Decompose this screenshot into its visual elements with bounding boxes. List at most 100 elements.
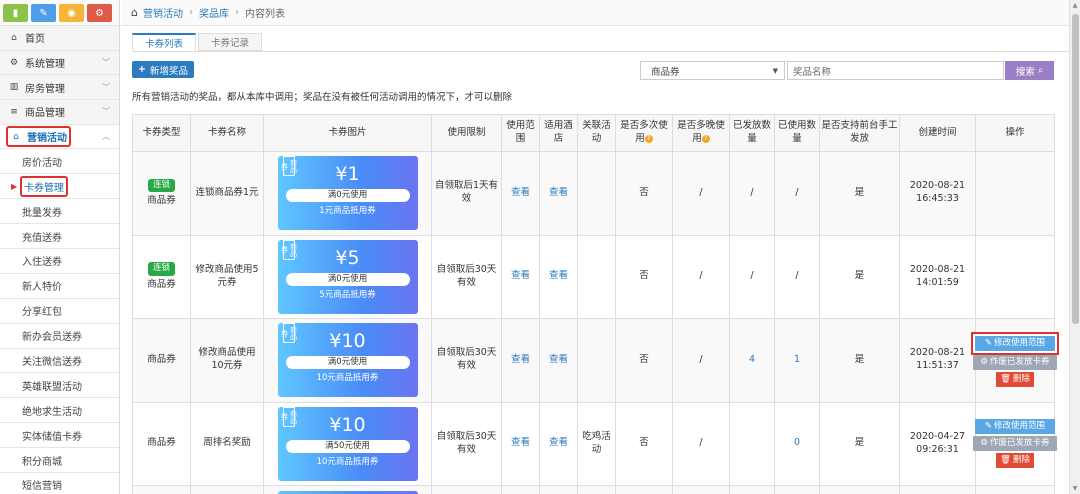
void-issued-button[interactable]: ⚙ 作废已发放卡券 bbox=[973, 354, 1057, 370]
type-text: 商品券 bbox=[147, 278, 176, 290]
view-hotel-link[interactable]: 查看 bbox=[549, 187, 568, 198]
cell-limit: 自领取后1天有效 bbox=[431, 151, 502, 236]
sidebar-subitem[interactable]: 短信营销 bbox=[0, 473, 119, 494]
delete-label: 删除 bbox=[1012, 373, 1030, 384]
cell-issued: / bbox=[729, 151, 775, 236]
scroll-down-icon[interactable]: ▼ bbox=[1070, 485, 1080, 492]
cell-image-partial bbox=[263, 485, 432, 494]
select-value: 商品券 bbox=[651, 66, 680, 78]
view-hotel-link[interactable]: 查看 bbox=[549, 437, 568, 448]
cell-name: 修改商品使用10元券 bbox=[190, 318, 264, 403]
breadcrumb-link[interactable]: 营销活动 bbox=[143, 5, 183, 20]
coupon-table: 卡券类型 卡券名称 卡券图片 使用限制 使用范围 适用酒店 关联活动 是否多次使… bbox=[132, 114, 1059, 494]
gift-icon: ⌂ bbox=[13, 131, 19, 142]
sidebar-item-rooms[interactable]: ▥ 房务管理 ﹀ bbox=[0, 75, 119, 101]
cell-limit: 自领取后30天有效 bbox=[431, 401, 502, 486]
cell-empty bbox=[501, 485, 540, 494]
add-prize-button[interactable]: + 新增奖品 bbox=[132, 61, 194, 78]
home-icon: ⌂ bbox=[11, 32, 17, 43]
cell-empty bbox=[819, 485, 900, 494]
edit-icon: ✎ bbox=[984, 421, 993, 432]
chart-icon[interactable]: ▮ bbox=[3, 4, 28, 22]
view-scope-link[interactable]: 查看 bbox=[511, 187, 530, 198]
cell-empty bbox=[539, 485, 578, 494]
used-count-link[interactable]: 0 bbox=[794, 437, 800, 448]
sidebar-item-home[interactable]: ⌂ 首页 bbox=[0, 26, 119, 51]
sidebar-shortcuts: ▮ ✎ ◉ ⚙ bbox=[0, 0, 119, 26]
sidebar-item-products[interactable]: ≡ 商品管理 ﹀ bbox=[0, 100, 119, 125]
column-header: 卡券类型 bbox=[132, 114, 191, 152]
cell-empty bbox=[615, 485, 673, 494]
issued-count-link[interactable]: 4 bbox=[749, 354, 755, 365]
cell-image: 商品券 ¥10 满0元使用 10元商品抵用券 bbox=[263, 318, 432, 403]
view-hotel-link[interactable]: 查看 bbox=[549, 270, 568, 281]
sidebar-item-marketing[interactable]: ⌂ 营销活动 ︿ bbox=[0, 124, 119, 150]
sidebar-subitem[interactable]: 新人特价 bbox=[0, 273, 119, 299]
edit-scope-button[interactable]: ✎ 修改使用范围 bbox=[975, 335, 1055, 351]
cell-hotel: 查看 bbox=[539, 401, 578, 486]
sidebar-subitem[interactable]: 关注微信送券 bbox=[0, 348, 119, 374]
view-scope-link[interactable]: 查看 bbox=[511, 354, 530, 365]
column-header: 创建时间 bbox=[899, 114, 976, 152]
sidebar-subitem[interactable]: 实体储值卡券 bbox=[0, 423, 119, 449]
sidebar-subitem[interactable]: 分享红包 bbox=[0, 298, 119, 324]
coupon-image: 商品券 ¥1 满0元使用 1元商品抵用券 bbox=[277, 156, 418, 231]
cell-activity bbox=[577, 151, 616, 236]
column-header: 适用酒店 bbox=[539, 114, 578, 152]
sidebar-subitem-current[interactable]: ▶ 卡券管理 bbox=[0, 174, 119, 200]
sidebar-subitem-label: 分享红包 bbox=[22, 307, 62, 319]
gear-icon: ⚙ bbox=[9, 57, 19, 68]
delete-button[interactable]: 🗑 删除 bbox=[996, 371, 1034, 387]
edit-scope-label: 修改使用范围 bbox=[994, 421, 1046, 432]
void-issued-button[interactable]: ⚙ 作废已发放卡券 bbox=[973, 436, 1057, 452]
sidebar-item-system[interactable]: ⚙ 系统管理 ﹀ bbox=[0, 50, 119, 76]
sidebar-subitem[interactable]: 积分商城 bbox=[0, 448, 119, 474]
search-input[interactable]: 奖品名称 bbox=[787, 61, 1004, 80]
edit-scope-button[interactable]: ✎ 修改使用范围 bbox=[975, 419, 1055, 435]
breadcrumb-link[interactable]: 奖品库 bbox=[199, 5, 229, 20]
column-header: 已发放数量 bbox=[729, 114, 775, 152]
sidebar-subitem[interactable]: 英雄联盟活动 bbox=[0, 373, 119, 399]
cell-hotel: 查看 bbox=[539, 234, 578, 319]
cell-multinight: / bbox=[672, 151, 730, 236]
caret-right-icon: ▶ bbox=[11, 181, 18, 191]
tab-coupon-records[interactable]: 卡券记录 bbox=[198, 33, 263, 51]
sidebar-subitem[interactable]: 绝地求生活动 bbox=[0, 398, 119, 424]
edit-icon: ✎ bbox=[984, 337, 993, 348]
sidebar-subitem-label: 关注微信送券 bbox=[22, 357, 82, 368]
sidebar-subitem[interactable]: 房价活动 bbox=[0, 149, 119, 175]
vertical-scrollbar[interactable]: ▲ ▼ bbox=[1069, 0, 1080, 494]
cell-image: 商品券 ¥1 满0元使用 1元商品抵用券 bbox=[263, 151, 432, 236]
sidebar-subitem[interactable]: 充值送券 bbox=[0, 224, 119, 249]
tab-coupon-list[interactable]: 卡券列表 bbox=[132, 33, 197, 51]
search-label: 搜索 bbox=[1015, 66, 1035, 78]
table-row: 连锁 商品券 修改商品使用5元券 商品券 ¥5 满0元使用 5元商品抵用券 自领取后30… bbox=[132, 234, 1055, 319]
view-scope-link[interactable]: 查看 bbox=[511, 270, 530, 281]
sidebar-subitem-label: 入住送券 bbox=[22, 257, 62, 269]
cell-multinight: / bbox=[672, 401, 730, 486]
cell-used: 0 bbox=[774, 401, 820, 486]
delete-button[interactable]: 🗑 删除 bbox=[996, 453, 1034, 469]
scrollbar-thumb[interactable] bbox=[1072, 14, 1079, 324]
coupon-type-select[interactable]: 商品券 ▼ bbox=[640, 61, 785, 80]
gear-icon: ⚙ bbox=[980, 438, 989, 449]
users-icon[interactable]: ◉ bbox=[59, 4, 84, 22]
used-count-link[interactable]: 1 bbox=[794, 354, 800, 365]
cogs-icon[interactable]: ⚙ bbox=[87, 4, 112, 22]
table-row: 商品券 周排名奖励 商品券 ¥10 满50元使用 10元商品抵用券 自领取后30天有效… bbox=[132, 401, 1057, 486]
view-hotel-link[interactable]: 查看 bbox=[549, 354, 568, 365]
notice-text: 所有营销活动的奖品，都从本库中调用；奖品在没有被任何活动调用的情况下，才可以删除 bbox=[132, 92, 513, 103]
help-icon[interactable]: ? bbox=[644, 134, 653, 143]
help-icon[interactable]: ? bbox=[701, 134, 710, 143]
search-button[interactable]: 搜索 ⌕ bbox=[1005, 61, 1054, 80]
sidebar-subitem[interactable]: 批量发券 bbox=[0, 199, 119, 225]
scroll-up-icon[interactable]: ▲ bbox=[1070, 2, 1080, 9]
view-scope-link[interactable]: 查看 bbox=[511, 437, 530, 448]
home-icon[interactable]: ⌂ bbox=[131, 6, 138, 19]
coupon-threshold: 满0元使用 bbox=[285, 356, 410, 370]
pencil-icon[interactable]: ✎ bbox=[31, 4, 56, 22]
cell-limit: 自领取后30天有效 bbox=[431, 318, 502, 403]
sidebar-subitem[interactable]: 入住送券 bbox=[0, 249, 119, 274]
cell-scope: 查看 bbox=[501, 151, 540, 236]
sidebar-subitem[interactable]: 新办会员送券 bbox=[0, 323, 119, 349]
